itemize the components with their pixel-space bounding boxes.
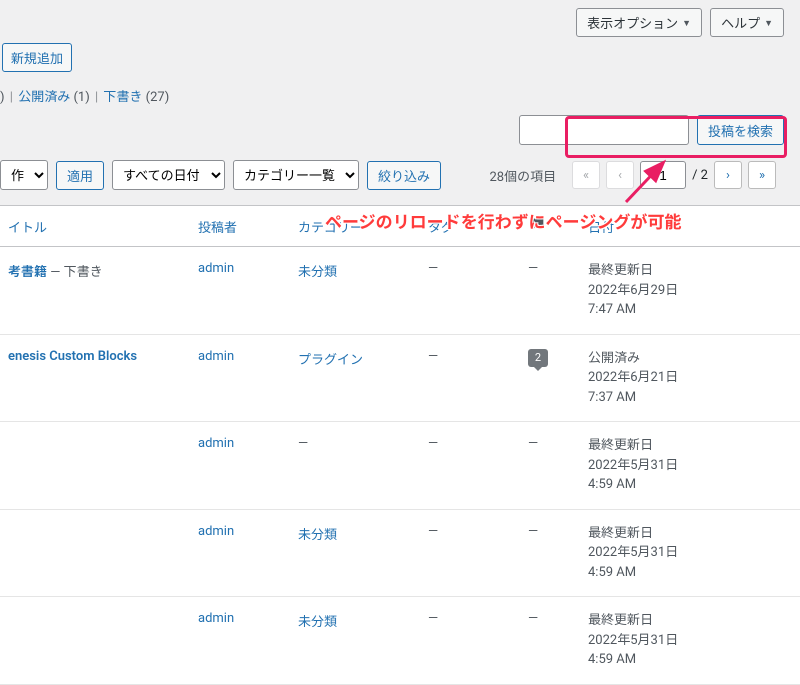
date-cell: 最終更新日2022年5月31日4:59 AM bbox=[580, 422, 800, 510]
pagination: « ‹ / 2 › » bbox=[564, 155, 784, 195]
chevron-down-icon: ▼ bbox=[764, 18, 773, 28]
col-comments[interactable] bbox=[520, 206, 580, 247]
page-prev-button: ‹ bbox=[606, 161, 634, 189]
comments-cell: 2 bbox=[520, 334, 580, 422]
tags-cell: — bbox=[420, 597, 520, 685]
category-link[interactable]: プラグイン bbox=[298, 353, 363, 368]
page-first-button: « bbox=[572, 161, 600, 189]
tags-cell: — bbox=[420, 422, 520, 510]
col-title[interactable]: イトル bbox=[0, 206, 190, 247]
page-total-text: / 2 bbox=[692, 168, 708, 183]
status-draft-link[interactable]: 下書き bbox=[103, 90, 142, 105]
status-draft-count: (27) bbox=[146, 90, 170, 105]
date-cell: 最終更新日2022年5月31日4:59 AM bbox=[580, 509, 800, 597]
comment-icon bbox=[528, 216, 548, 232]
page-next-button[interactable]: › bbox=[714, 161, 742, 189]
category-filter-select[interactable]: カテゴリー一覧 bbox=[233, 160, 359, 190]
page-last-button[interactable]: » bbox=[748, 161, 776, 189]
help-button[interactable]: ヘルプ ▼ bbox=[710, 8, 784, 37]
tags-cell: — bbox=[420, 334, 520, 422]
table-row: enesis Custom Blocks admin プラグイン — 2 公開済み2022… bbox=[0, 334, 800, 422]
table-row: admin———最終更新日2022年5月31日4:59 AM bbox=[0, 422, 800, 510]
col-author[interactable]: 投稿者 bbox=[190, 206, 290, 247]
col-date[interactable]: 日付 bbox=[580, 206, 800, 247]
separator: | bbox=[10, 90, 13, 105]
table-row: admin未分類——最終更新日2022年5月31日4:59 AM bbox=[0, 509, 800, 597]
status-published-count: (1) bbox=[73, 90, 89, 105]
bulk-action-select[interactable]: 作 bbox=[0, 160, 48, 190]
comment-count-bubble[interactable]: 2 bbox=[528, 349, 548, 367]
tags-cell: — bbox=[420, 247, 520, 335]
date-cell: 公開済み2022年6月21日7:37 AM bbox=[580, 334, 800, 422]
comments-cell: — bbox=[520, 247, 580, 335]
post-title-link[interactable]: enesis Custom Blocks bbox=[8, 349, 137, 364]
author-link[interactable]: admin bbox=[198, 436, 234, 451]
separator: | bbox=[95, 90, 98, 105]
help-label: ヘルプ bbox=[721, 13, 760, 32]
comments-cell: — bbox=[520, 597, 580, 685]
tags-cell: — bbox=[420, 509, 520, 597]
apply-button[interactable]: 適用 bbox=[56, 161, 104, 190]
category-link[interactable]: 未分類 bbox=[298, 528, 337, 543]
category-link[interactable]: 未分類 bbox=[298, 615, 337, 630]
author-link[interactable]: admin bbox=[198, 524, 234, 539]
col-tags[interactable]: タグ bbox=[420, 206, 520, 247]
table-row: 考書籍 — 下書きadmin未分類——最終更新日2022年6月29日7:47 A… bbox=[0, 247, 800, 335]
screen-options-label: 表示オプション bbox=[587, 13, 678, 32]
post-title-link[interactable]: 考書籍 bbox=[8, 265, 47, 280]
status-published-link[interactable]: 公開済み bbox=[18, 90, 70, 105]
date-cell: 最終更新日2022年5月31日4:59 AM bbox=[580, 597, 800, 685]
col-categories[interactable]: カテゴリー bbox=[290, 206, 420, 247]
search-input[interactable] bbox=[519, 115, 689, 145]
comments-cell: — bbox=[520, 509, 580, 597]
filter-button[interactable]: 絞り込み bbox=[367, 161, 441, 190]
post-title-suffix: — 下書き bbox=[47, 265, 103, 280]
comments-cell: — bbox=[520, 422, 580, 510]
table-row: admin未分類——最終更新日2022年5月31日4:59 AM bbox=[0, 597, 800, 685]
posts-table: イトル 投稿者 カテゴリー タグ 日付 考書籍 — 下書きadmin未分類——最… bbox=[0, 205, 800, 685]
date-filter-select[interactable]: すべての日付 bbox=[112, 160, 225, 190]
author-link[interactable]: admin bbox=[198, 611, 234, 626]
chevron-down-icon: ▼ bbox=[682, 18, 691, 28]
status-all-fragment: ) bbox=[0, 90, 5, 105]
author-link[interactable]: admin bbox=[198, 261, 234, 276]
search-button[interactable]: 投稿を検索 bbox=[697, 115, 784, 145]
add-new-button[interactable]: 新規追加 bbox=[2, 43, 72, 72]
item-count-text: 28個の項目 bbox=[489, 166, 556, 185]
author-link[interactable]: admin bbox=[198, 349, 234, 364]
category-link[interactable]: 未分類 bbox=[298, 265, 337, 280]
date-cell: 最終更新日2022年6月29日7:47 AM bbox=[580, 247, 800, 335]
page-current-input[interactable] bbox=[640, 161, 686, 189]
category-cell: — bbox=[290, 422, 420, 510]
screen-options-button[interactable]: 表示オプション ▼ bbox=[576, 8, 702, 37]
